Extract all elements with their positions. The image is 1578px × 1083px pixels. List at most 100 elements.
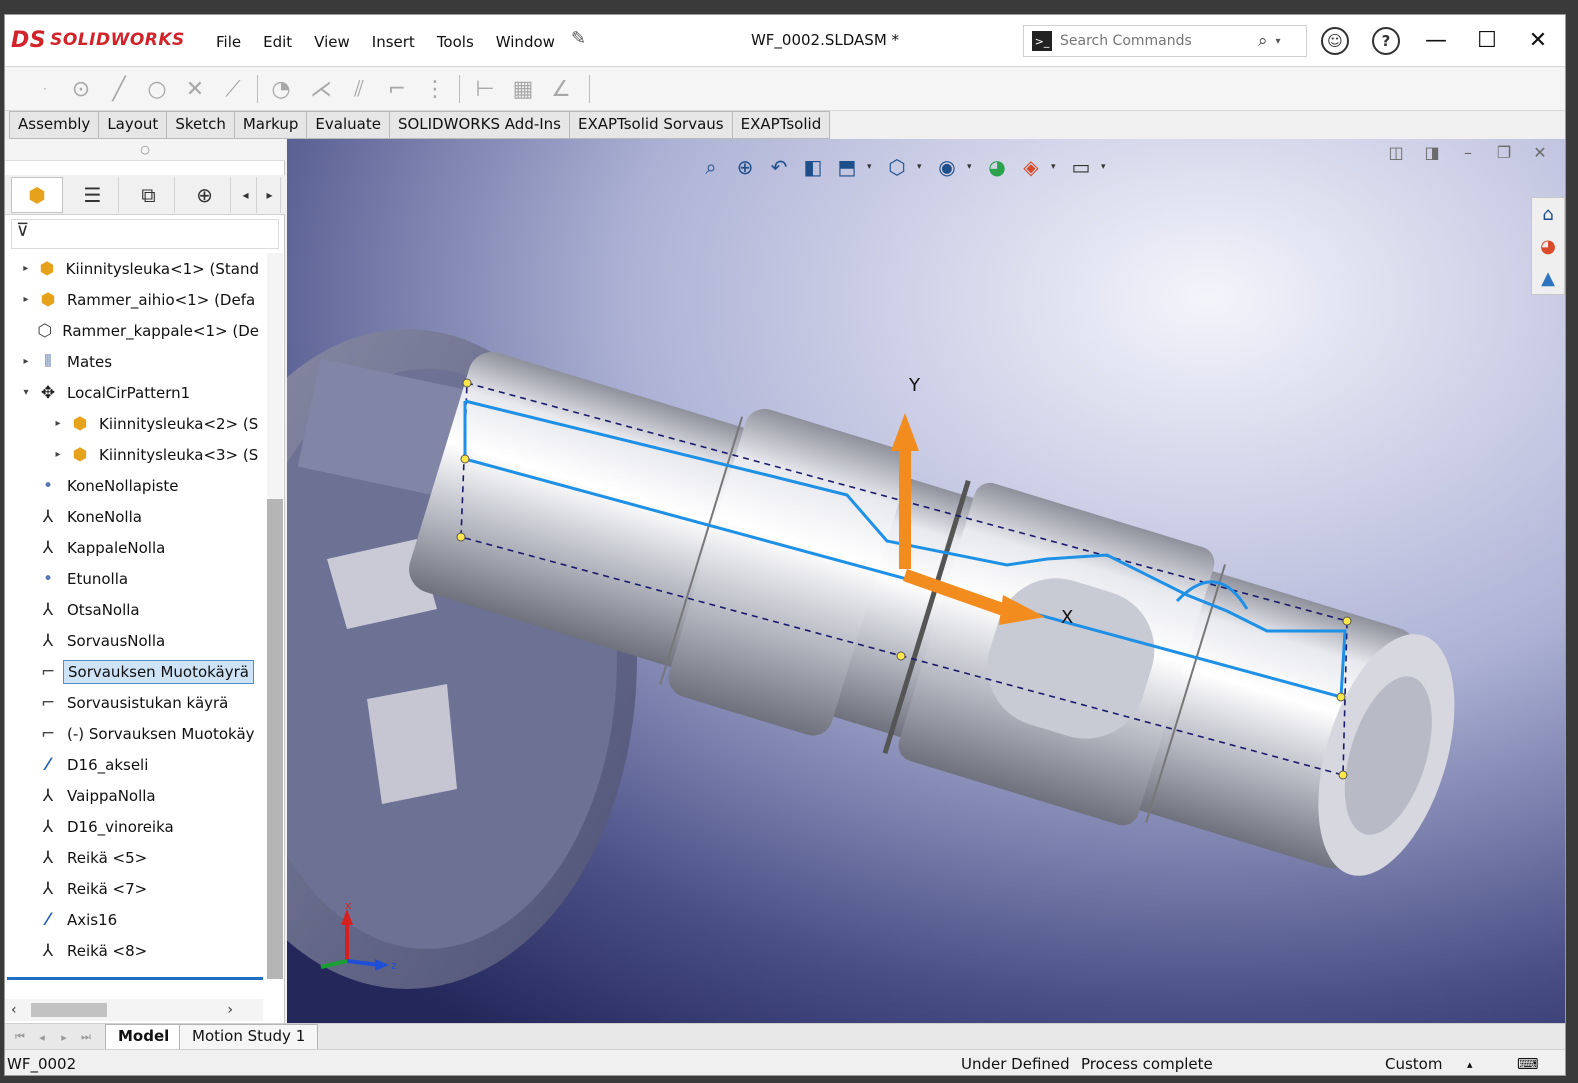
- line-tool-icon[interactable]: ╱: [105, 75, 133, 103]
- tab-assembly[interactable]: Assembly: [9, 111, 100, 139]
- display-style-icon[interactable]: ⬡: [883, 153, 911, 181]
- feature-tree-item[interactable]: • KoneNollapiste: [5, 470, 263, 501]
- tab-markup[interactable]: Markup: [233, 111, 308, 139]
- tab-layout[interactable]: Layout: [98, 111, 168, 139]
- point-tool-icon[interactable]: ·: [31, 75, 59, 103]
- feature-tree-item[interactable]: ⅄ KoneNolla: [5, 501, 263, 532]
- chevron-down-icon[interactable]: ▾: [967, 162, 977, 172]
- chevron-down-icon[interactable]: ▾: [1276, 36, 1281, 47]
- tab-solidworks-addins[interactable]: SOLIDWORKS Add-Ins: [388, 111, 570, 139]
- expand-toggle-icon[interactable]: ▸: [19, 294, 33, 305]
- feature-tree-item[interactable]: ⬡ Rammer_kappale<1> (De: [5, 315, 263, 346]
- circle-tool-icon[interactable]: ⊙: [67, 75, 95, 103]
- propertymanager-tab-icon[interactable]: ☰: [67, 177, 119, 213]
- search-input[interactable]: [1060, 33, 1250, 49]
- feature-tree-item[interactable]: ⅄ Reikä <5>: [5, 842, 263, 873]
- tab-sketch[interactable]: Sketch: [166, 111, 235, 139]
- edit-appearance-icon[interactable]: ◕: [983, 153, 1011, 181]
- pin-icon[interactable]: ✎: [571, 28, 591, 52]
- doc-restore-icon[interactable]: ❐: [1491, 139, 1517, 165]
- angle-tool-icon[interactable]: ∠: [547, 75, 575, 103]
- circle-outline-tool-icon[interactable]: ○: [143, 75, 171, 103]
- feature-tree-item[interactable]: ⅄ OtsaNolla: [5, 594, 263, 625]
- chevron-down-icon[interactable]: ▾: [867, 162, 877, 172]
- next-tab-icon[interactable]: ▸: [55, 1028, 73, 1046]
- menu-insert[interactable]: Insert: [361, 29, 426, 55]
- configurationmanager-tab-icon[interactable]: ⧉: [123, 177, 175, 213]
- rollback-bar[interactable]: [7, 977, 263, 980]
- feature-tree-item[interactable]: ⁄ Axis16: [5, 904, 263, 935]
- collapse-right-icon[interactable]: ◨: [1419, 139, 1445, 165]
- menu-edit[interactable]: Edit: [252, 29, 303, 55]
- horizontal-scrollbar-thumb[interactable]: [31, 1003, 107, 1017]
- apply-scene-icon[interactable]: ◈: [1017, 153, 1045, 181]
- panel-resize-handle[interactable]: ○: [5, 139, 285, 161]
- collapse-left-icon[interactable]: ◫: [1383, 139, 1409, 165]
- previous-view-icon[interactable]: ↶: [765, 153, 793, 181]
- help-icon[interactable]: ?: [1372, 27, 1400, 55]
- close-button[interactable]: ✕: [1521, 25, 1555, 55]
- minimize-button[interactable]: —: [1419, 25, 1453, 55]
- tab-model[interactable]: Model: [105, 1024, 183, 1050]
- feature-tree-item[interactable]: ⌐ (-) Sorvauksen Muotokäy: [5, 718, 263, 749]
- feature-tree-item[interactable]: ▾ ✥ LocalCirPattern1: [5, 377, 263, 408]
- view-settings-icon[interactable]: ▭: [1067, 153, 1095, 181]
- model-view[interactable]: Y X x z: [287, 139, 1566, 1025]
- doc-minimize-icon[interactable]: –: [1455, 139, 1481, 165]
- chevron-down-icon[interactable]: ▾: [1051, 162, 1061, 172]
- view-orientation-icon[interactable]: ⬒: [833, 153, 861, 181]
- featuremanager-tab-icon[interactable]: ⬢: [11, 177, 63, 213]
- scroll-left-arrow-icon[interactable]: ‹: [11, 1002, 17, 1018]
- expand-toggle-icon[interactable]: ▸: [19, 356, 33, 367]
- extend-tool-icon[interactable]: ⟋: [219, 75, 247, 103]
- menu-window[interactable]: Window: [485, 29, 566, 55]
- menu-file[interactable]: File: [205, 29, 252, 55]
- chevron-up-icon[interactable]: ▴: [1467, 1058, 1473, 1071]
- user-account-icon[interactable]: ☺: [1321, 27, 1349, 55]
- section-view-icon[interactable]: ◧: [799, 153, 827, 181]
- feature-tree-item[interactable]: • Etunolla: [5, 563, 263, 594]
- design-library-icon[interactable]: ▲: [1532, 262, 1564, 294]
- search-commands[interactable]: >_ ⌕ ▾: [1023, 25, 1307, 57]
- expand-toggle-icon[interactable]: ▸: [51, 418, 65, 429]
- feature-tree-item[interactable]: ▸ ⫴ Mates: [5, 346, 263, 377]
- feature-tree-item[interactable]: ⌐ Sorvausistukan käyrä: [5, 687, 263, 718]
- chamfer-tool-icon[interactable]: ⋌: [307, 75, 335, 103]
- first-tab-icon[interactable]: ⏮: [11, 1028, 29, 1046]
- scrollbar-thumb[interactable]: [267, 499, 283, 979]
- tab-motion-study-1[interactable]: Motion Study 1: [179, 1024, 319, 1050]
- appearances-icon[interactable]: ◕: [1532, 230, 1564, 262]
- expand-toggle-icon[interactable]: ▸: [19, 263, 33, 274]
- solidworks-logo[interactable]: DS SOLIDWORKS: [11, 23, 185, 57]
- feature-tree-item[interactable]: ⅄ SorvausNolla: [5, 625, 263, 656]
- feature-tree-item[interactable]: ▸ ⬢ Kiinnitysleuka<2> (S: [5, 408, 263, 439]
- feature-tree-item[interactable]: ▸ ⬢ Kiinnitysleuka<3> (S: [5, 439, 263, 470]
- expand-toggle-icon[interactable]: ▾: [19, 387, 33, 398]
- prev-tab-icon[interactable]: ◂: [33, 1028, 51, 1046]
- maximize-button[interactable]: ☐: [1470, 25, 1504, 55]
- expand-toggle-icon[interactable]: ▸: [51, 449, 65, 460]
- fillet-tool-icon[interactable]: ◔: [267, 75, 295, 103]
- menu-view[interactable]: View: [303, 29, 361, 55]
- scroll-left-icon[interactable]: ◂: [235, 177, 257, 213]
- feature-tree-item[interactable]: ⅄ Reikä <8>: [5, 935, 263, 966]
- menu-tools[interactable]: Tools: [426, 29, 485, 55]
- hide-show-items-icon[interactable]: ◉: [933, 153, 961, 181]
- solidworks-resources-icon[interactable]: ⌂: [1532, 198, 1564, 230]
- centerline-tool-icon[interactable]: ⋮: [421, 75, 449, 103]
- trim-tool-icon[interactable]: ✕: [181, 75, 209, 103]
- zoom-to-area-icon[interactable]: ⊕: [731, 153, 759, 181]
- feature-tree-item[interactable]: ⅄ VaippaNolla: [5, 780, 263, 811]
- chevron-down-icon[interactable]: ▾: [1101, 162, 1111, 172]
- corner-tool-icon[interactable]: ⌐: [383, 75, 411, 103]
- tab-exaptsolid[interactable]: EXAPTsolid: [731, 111, 831, 139]
- dimension-tool-icon[interactable]: ⊢: [471, 75, 499, 103]
- offset-tool-icon[interactable]: ⫽: [345, 75, 373, 103]
- last-tab-icon[interactable]: ⏭: [77, 1028, 95, 1046]
- units-selector[interactable]: Custom: [1385, 1055, 1442, 1073]
- feature-tree-item[interactable]: ▸ ⬢ Kiinnitysleuka<1> (Stand: [5, 253, 263, 284]
- tab-evaluate[interactable]: Evaluate: [306, 111, 390, 139]
- tab-exaptsolid-sorvaus[interactable]: EXAPTsolid Sorvaus: [569, 111, 733, 139]
- search-icon[interactable]: ⌕: [1258, 31, 1268, 51]
- grid-tool-icon[interactable]: ▦: [509, 75, 537, 103]
